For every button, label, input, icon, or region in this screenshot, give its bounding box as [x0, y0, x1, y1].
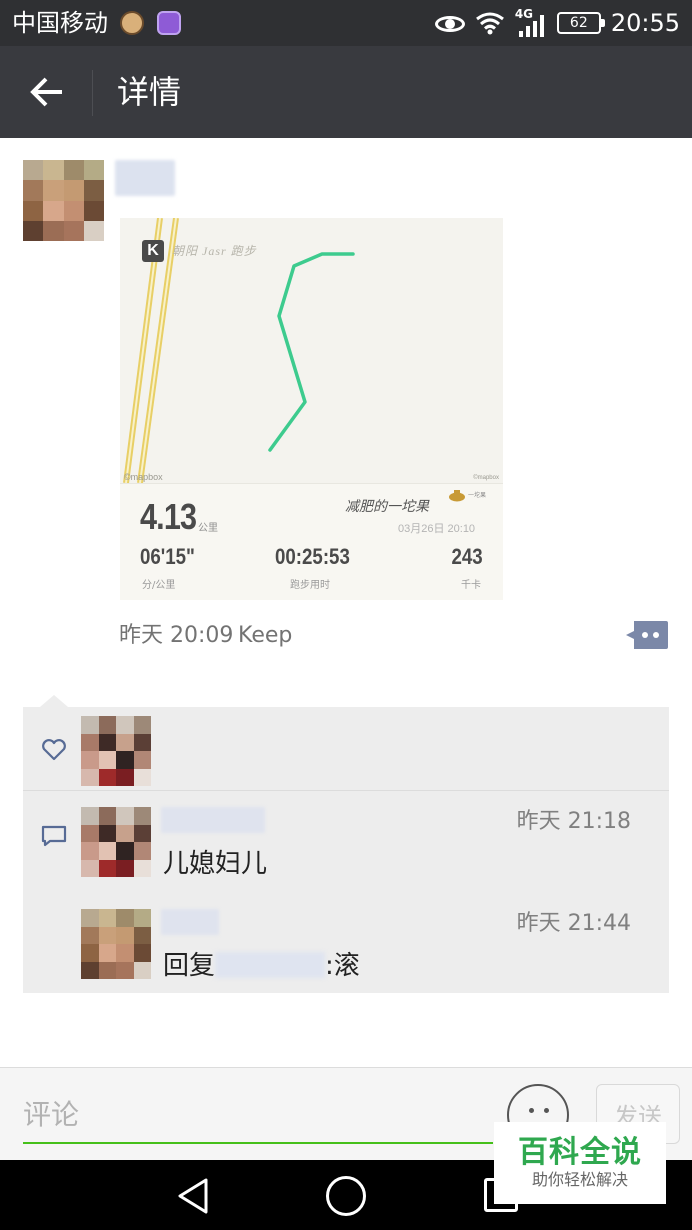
comment-time: 昨天 21:44 [516, 911, 631, 936]
pace-value: 06'15" [140, 544, 195, 569]
route-map: K 朝阳 Jasr 跑步 ©mapbox ©mapbox [120, 218, 503, 483]
author-name-redacted[interactable] [115, 160, 175, 196]
pace-unit: 分/公里 [142, 580, 176, 591]
nav-back-button[interactable] [175, 1176, 211, 1216]
moment-detail-screen: 中国移动 4G 62 20:55 详情 K 朝阳 Jasr 跑步 ©mapbox… [0, 0, 692, 1230]
carrier-label: 中国移动 [12, 9, 108, 37]
map-attribution: ©mapbox [124, 472, 163, 482]
map-caption: 朝阳 Jasr 跑步 [172, 244, 257, 258]
pot-label: 一坨果 [468, 492, 487, 499]
title-bar: 详情 [0, 46, 692, 138]
app-notification-icon [120, 11, 144, 35]
distance-unit: 公里 [198, 523, 218, 534]
gallery-notification-icon [157, 11, 181, 35]
comment-text: 回复 :滚 [163, 949, 360, 983]
arrow-left-icon [30, 77, 62, 107]
commenter-name-redacted[interactable] [161, 807, 265, 833]
comment-item[interactable]: 昨天 21:44 回复 :滚 [23, 895, 669, 993]
back-button[interactable] [22, 70, 70, 114]
commenter-name-redacted[interactable] [161, 909, 219, 935]
watermark-title: 百科全说 [518, 1135, 642, 1170]
reply-prefix: 回复 [163, 951, 216, 981]
battery-icon: 62 [556, 12, 605, 34]
comment-more-icon [626, 621, 668, 649]
wifi-icon [475, 12, 504, 35]
duration-value: 00:25:53 [275, 544, 350, 569]
watermark: 百科全说 助你轻松解决 [494, 1122, 666, 1204]
page-title: 详情 [117, 73, 182, 111]
run-datetime: 03月26日 20:10 [398, 523, 476, 535]
commenter-avatar[interactable] [81, 807, 151, 877]
pot-icon [449, 490, 465, 502]
comment-more-button[interactable] [626, 621, 668, 649]
title-divider [92, 70, 93, 116]
comment-text: 儿媳妇儿 [163, 849, 268, 879]
reply-suffix: :滚 [325, 951, 360, 981]
eye-icon [434, 13, 465, 33]
post-time: 昨天 20:09 [119, 623, 234, 648]
watermark-subtitle: 助你轻松解决 [531, 1170, 628, 1189]
signal-icon: 4G [515, 7, 547, 37]
author-avatar[interactable] [23, 160, 104, 241]
status-bar: 中国移动 4G 62 20:55 [0, 0, 692, 46]
run-stats: 4.13 公里 减肥的一坨果 一坨果 03月26日 20:10 06'15" 0… [120, 483, 503, 600]
comment-item[interactable]: 昨天 21:18 儿媳妇儿 [23, 793, 669, 893]
likes-row [23, 707, 669, 791]
post-source-link[interactable]: Keep [238, 621, 292, 651]
commenter-avatar[interactable] [81, 909, 151, 979]
calories-unit: 千卡 [461, 580, 481, 591]
interaction-pointer [40, 695, 68, 707]
likes-comments-panel: 昨天 21:18 儿媳妇儿 昨天 21:44 回复 :滚 [23, 707, 669, 993]
reply-target-redacted[interactable] [215, 952, 326, 978]
comment-input[interactable] [23, 1086, 493, 1144]
distance-value: 4.13 [140, 496, 197, 537]
clock: 20:55 [610, 9, 680, 37]
duration-unit: 跑步用时 [290, 580, 330, 591]
map-attribution-right: ©mapbox [473, 475, 499, 481]
keep-run-card[interactable]: K 朝阳 Jasr 跑步 ©mapbox ©mapbox 4.13 公里 减肥的… [120, 218, 503, 600]
calories-value: 243 [451, 544, 483, 569]
heart-icon [42, 739, 66, 761]
run-slogan: 减肥的一坨果 [345, 499, 429, 515]
comment-icon [41, 825, 67, 847]
keep-logo: K [142, 240, 164, 262]
status-icons: 4G 62 20:55 [434, 6, 680, 40]
nav-home-button[interactable] [326, 1176, 366, 1216]
liker-avatar[interactable] [81, 716, 151, 786]
comment-time: 昨天 21:18 [516, 809, 631, 834]
